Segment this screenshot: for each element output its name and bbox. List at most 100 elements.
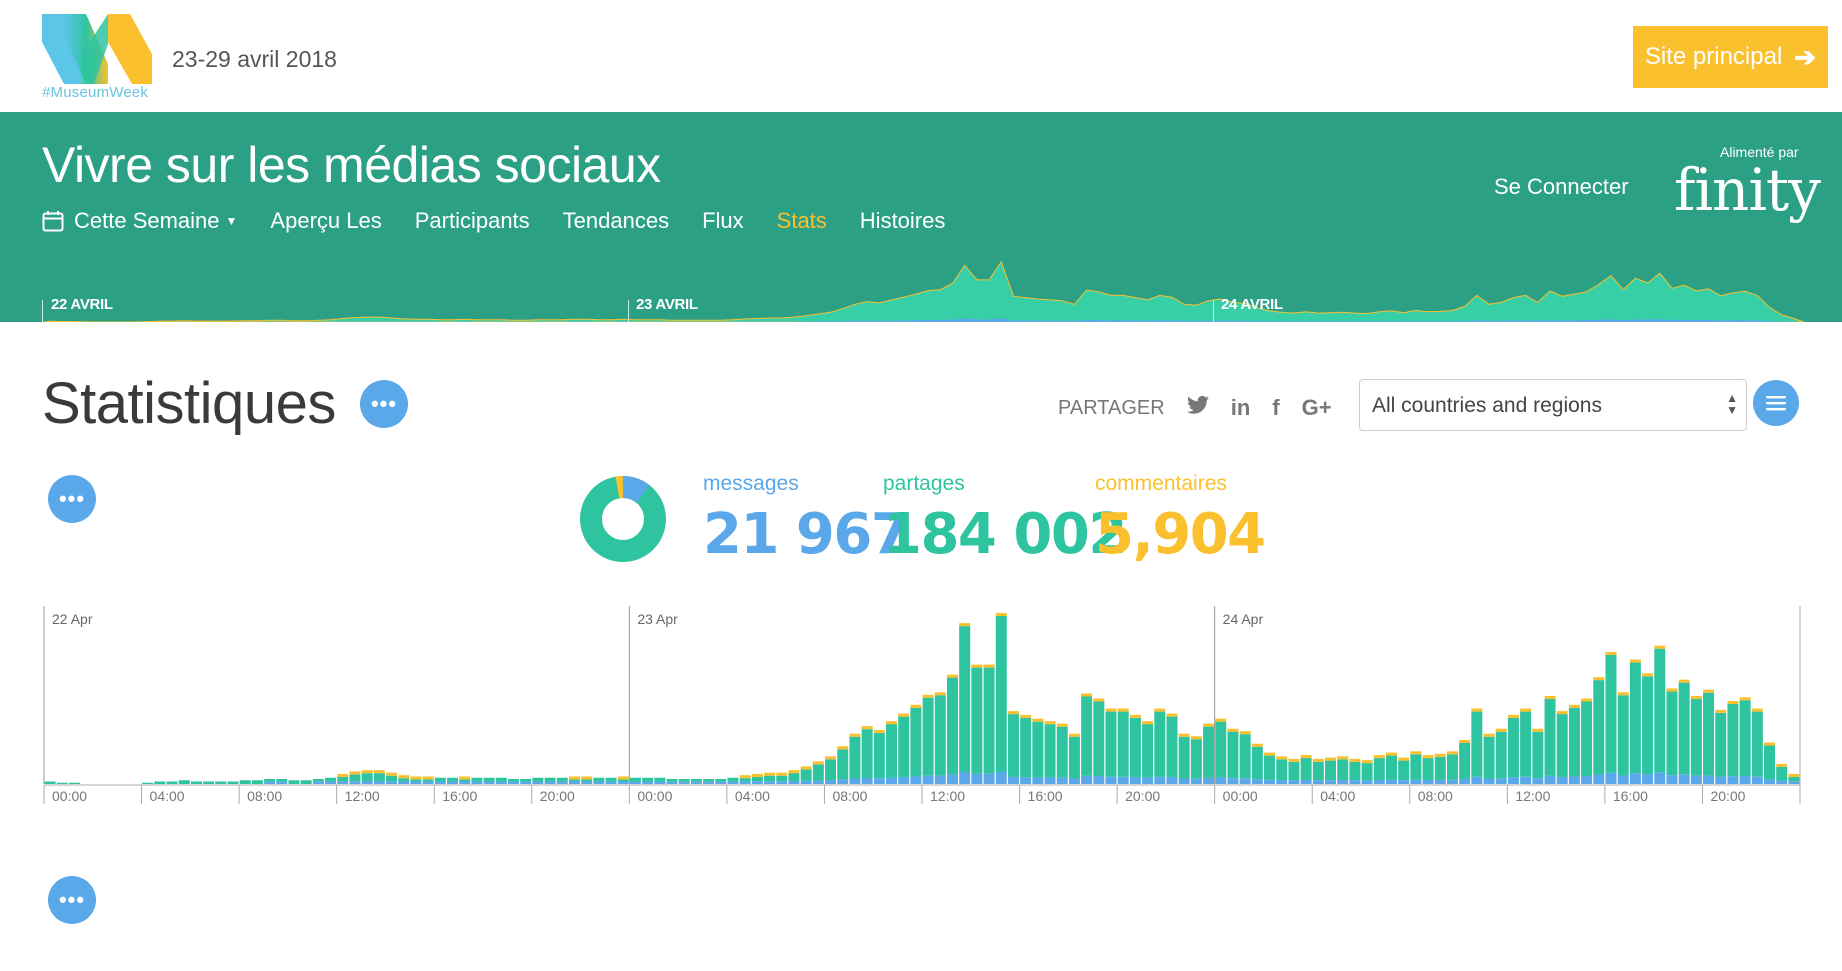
bar-segment-messages [361, 781, 373, 784]
bar-segment-partages [178, 780, 190, 784]
bar-segment-commentaires [1154, 708, 1166, 712]
bar-segment-partages [1227, 731, 1239, 779]
activity-bar-chart[interactable]: 22 Apr 23 Apr 24 Apr 00:00 04:00 08:00 12:00 16… [0, 600, 1842, 820]
bar-segment-messages [1666, 775, 1678, 784]
bar-segment-messages [1544, 775, 1556, 784]
bar-segment-partages [568, 779, 580, 782]
bar-segment-messages [1215, 777, 1227, 784]
google-plus-icon[interactable]: G+ [1302, 395, 1332, 421]
bar-segment-messages [825, 780, 837, 784]
bar-segment-partages [1507, 717, 1519, 778]
bar-segment-messages [1349, 780, 1361, 784]
bar-segment-partages [1568, 707, 1580, 777]
bar-segment-partages [1117, 711, 1129, 777]
hamburger-icon [1766, 396, 1786, 411]
bar-segment-messages [1276, 780, 1288, 784]
bar-segment-partages [666, 778, 678, 782]
bar-segment-partages [764, 775, 776, 782]
bar-segment-commentaires [1507, 714, 1519, 718]
kpi-options-button[interactable]: ••• [48, 475, 96, 523]
bar-segment-commentaires [1568, 704, 1580, 708]
bar-segment-partages [1337, 759, 1349, 781]
bar-segment-messages [1751, 776, 1763, 784]
bar-segment-commentaires [1044, 721, 1056, 725]
x-tick-label: 00:00 [637, 788, 672, 804]
bar-segment-messages [751, 781, 763, 784]
bar-segment-commentaires [361, 770, 373, 774]
timeline-sparkline[interactable] [0, 222, 1842, 322]
bar-segment-commentaires [1654, 645, 1666, 649]
bar-segment-partages [1081, 696, 1093, 776]
bar-segment-commentaires [1056, 723, 1068, 727]
timeline-area [43, 260, 1805, 322]
bar-segment-partages [1239, 734, 1251, 779]
section-options-button[interactable]: ••• [48, 876, 96, 924]
bar-segment-partages [800, 769, 812, 781]
linkedin-icon[interactable]: in [1231, 395, 1251, 421]
bar-segment-commentaires [1142, 721, 1154, 725]
bar-segment-partages [898, 716, 910, 778]
bar-segment-partages [629, 777, 641, 782]
bar-segment-messages [556, 781, 568, 784]
bar-segment-commentaires [1349, 758, 1361, 762]
facebook-icon[interactable]: f [1272, 395, 1279, 421]
bar-segment-commentaires [1227, 728, 1239, 732]
bar-segment-messages [422, 781, 434, 784]
bar-segment-messages [1337, 780, 1349, 784]
bar-segment-partages [471, 777, 483, 782]
bar-segment-messages [1605, 772, 1617, 784]
bar-segment-messages [1703, 775, 1715, 784]
bar-segment-messages [812, 780, 824, 784]
bar-segment-commentaires [1276, 756, 1288, 760]
login-link[interactable]: Se Connecter [1494, 174, 1629, 200]
twitter-icon[interactable] [1186, 395, 1209, 421]
bar-segment-partages [203, 781, 215, 784]
bar-segment-partages [68, 782, 80, 784]
bar-segment-partages [337, 776, 349, 782]
menu-button[interactable] [1753, 380, 1799, 426]
bar-segment-messages [1654, 772, 1666, 784]
x-tick-label: 20:00 [1125, 788, 1160, 804]
bar-segment-partages [361, 773, 373, 782]
bar-segment-partages [1593, 680, 1605, 775]
bar-segment-messages [1788, 781, 1800, 784]
bar-segment-commentaires [995, 613, 1007, 617]
title-options-button[interactable]: ••• [360, 380, 408, 428]
bar-segment-partages [751, 776, 763, 782]
bar-segment-messages [398, 781, 410, 784]
main-site-button[interactable]: Site principal ➔ [1633, 26, 1828, 88]
more-options-icon: ••• [370, 391, 398, 416]
bar-segment-messages [1300, 779, 1312, 784]
bar-segment-partages [1105, 711, 1117, 777]
bar-segment-messages [1105, 776, 1117, 784]
bar-segment-messages [873, 778, 885, 784]
bar-segment-commentaires [1617, 692, 1629, 696]
kpi-shares: partages 184 002 [883, 472, 1127, 567]
bar-segment-partages [1617, 695, 1629, 776]
bar-segment-commentaires [934, 692, 946, 696]
bar-segment-messages [1398, 780, 1410, 784]
bar-segment-commentaires [1337, 756, 1349, 760]
bar-segment-messages [1776, 780, 1788, 784]
finity-logo[interactable]: finity [1674, 156, 1821, 224]
bar-segment-partages [1251, 746, 1263, 780]
bar-segment-messages [1020, 777, 1032, 784]
bar-segment-messages [544, 781, 556, 784]
bar-segment-partages [1605, 655, 1617, 773]
bar-segment-messages [410, 781, 422, 784]
bar-segment-partages [239, 780, 251, 784]
bar-segment-partages [166, 781, 178, 784]
bar-segment-partages [1483, 736, 1495, 779]
bar-segment-partages [1654, 648, 1666, 773]
x-tick-label: 08:00 [832, 788, 867, 804]
bar-segment-messages [1154, 776, 1166, 784]
region-select[interactable]: All countries and regions ▲ ▼ [1359, 379, 1747, 431]
bar-segment-messages [1142, 777, 1154, 784]
bar-segment-partages [1751, 711, 1763, 777]
bar-segment-partages [715, 778, 727, 782]
bar-segment-messages [886, 777, 898, 784]
bar-segment-partages [812, 764, 824, 781]
kpi-donut-chart [580, 476, 666, 562]
bar-segment-commentaires [1312, 758, 1324, 762]
bar-segment-partages [1776, 766, 1788, 781]
